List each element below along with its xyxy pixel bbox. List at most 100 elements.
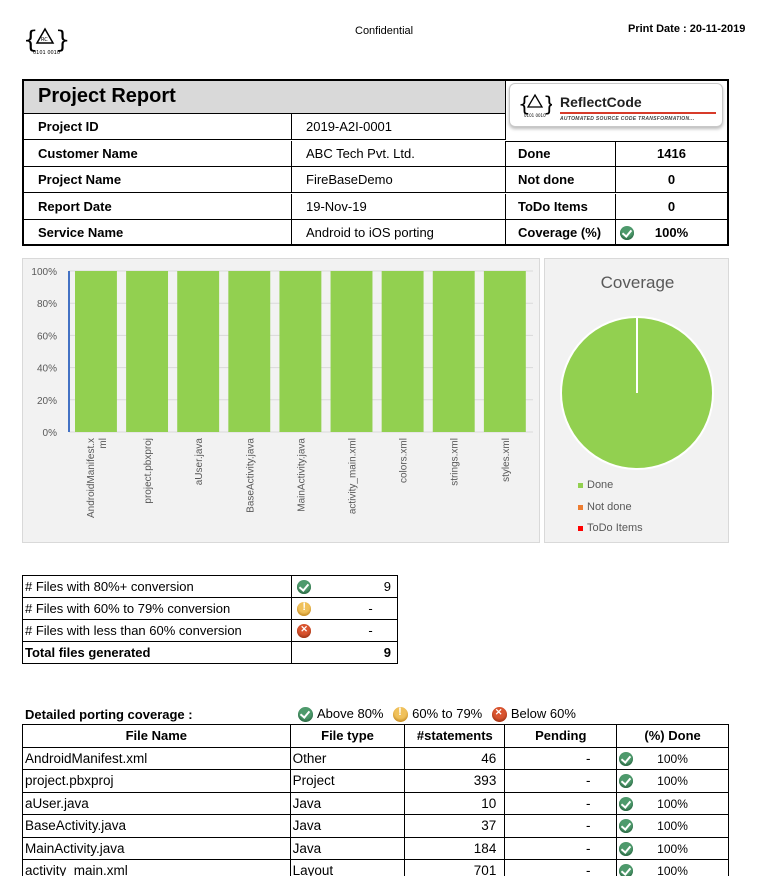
- field-label: Project ID: [24, 114, 292, 139]
- pie-chart: [560, 316, 714, 470]
- field-row-customer-name: Customer Name ABC Tech Pvt. Ltd.: [24, 141, 506, 167]
- conversion-summary-table: # Files with 80%+ conversion 9 # Files w…: [21, 575, 398, 664]
- legend-label: Not done: [587, 501, 632, 513]
- x-tick-label: activity_main.xml: [348, 438, 359, 514]
- legend-swatch: [578, 482, 583, 488]
- done-cell: 100%: [616, 836, 729, 860]
- table-row: project.pbxproj Project 393 - 100%: [22, 769, 729, 793]
- y-tick-label: 20%: [37, 396, 57, 407]
- summary-value: -: [368, 623, 373, 638]
- bar: [126, 271, 169, 432]
- detail-legend: Above 80% 60% to 79% Below 60%: [298, 706, 582, 723]
- done-value: 100%: [657, 819, 688, 833]
- table-row: BaseActivity.java Java 37 - 100%: [22, 814, 729, 838]
- bar-chart-panel: 100% 80% 60% 40% 20% 0% AndroidManifest.x ml pro…: [22, 258, 540, 543]
- done-cell: 100%: [616, 814, 729, 838]
- stat-row-done: Done 1416: [506, 141, 727, 167]
- legend-item-not-done: Not done: [578, 501, 632, 513]
- field-row-service-name: Service Name Android to iOS porting: [24, 220, 506, 246]
- table-header-row: File Name File type #statements Pending …: [22, 724, 729, 748]
- field-value: Android to iOS porting: [292, 220, 506, 246]
- legend-swatch: [578, 525, 583, 531]
- column-header-done: (%) Done: [616, 724, 729, 748]
- done-value: 100%: [657, 841, 688, 856]
- summary-label: Total files generated: [21, 641, 293, 664]
- file-type-cell: Java: [289, 814, 406, 838]
- bar: [330, 271, 373, 432]
- done-value: 100%: [657, 864, 688, 876]
- check-icon: [619, 864, 634, 876]
- done-cell: 100%: [616, 791, 729, 815]
- file-type-cell: Java: [289, 791, 406, 815]
- summary-value: 9: [383, 579, 391, 594]
- summary-value: -: [368, 601, 373, 616]
- stat-label: ToDo Items: [506, 194, 616, 219]
- check-icon: [298, 707, 313, 723]
- legend-above-80: Above 80%: [298, 706, 384, 723]
- pie-chart-panel: Coverage Done Not done ToDo Items: [544, 258, 729, 543]
- summary-label: # Files with 80%+ conversion: [21, 575, 293, 598]
- summary-value: 9: [383, 645, 391, 660]
- brand-cell: { } 0101 0010 ReflectCode AUTOMATED SOUR…: [506, 81, 727, 142]
- file-name-cell: BaseActivity.java: [22, 814, 291, 838]
- confidential-label: Confidential: [355, 25, 414, 37]
- y-tick-label: 60%: [37, 331, 57, 342]
- stat-value: 0: [667, 199, 676, 214]
- stat-row-todo: ToDo Items 0: [506, 194, 727, 220]
- done-cell: 100%: [616, 746, 729, 770]
- legend-swatch: [578, 504, 583, 510]
- bar: [177, 271, 220, 432]
- summary-label: # Files with less than 60% conversion: [21, 619, 293, 642]
- x-tick-label: colors.xml: [399, 438, 410, 483]
- bar: [75, 271, 117, 432]
- y-tick-label: 80%: [37, 299, 57, 310]
- pending-cell: -: [504, 836, 618, 860]
- summary-cell: 9: [291, 641, 398, 664]
- column-header-file-type: File type: [289, 724, 406, 748]
- column-header-statements: #statements: [404, 724, 506, 748]
- field-row-report-date: Report Date 19-Nov-19: [24, 194, 506, 220]
- summary-cell: -: [291, 597, 398, 620]
- file-name-cell: project.pbxproj: [22, 769, 291, 793]
- legend-label: ToDo Items: [587, 522, 643, 534]
- brand-name: ReflectCode: [560, 94, 642, 110]
- pending-cell: -: [504, 859, 618, 876]
- legend-label: Above 80%: [317, 706, 384, 721]
- done-value: 100%: [657, 796, 688, 811]
- svg-text:0101 0010: 0101 0010: [33, 50, 60, 56]
- x-tick-label: aUser.java: [194, 438, 205, 486]
- field-label: Customer Name: [24, 141, 292, 166]
- statements-cell: 701: [404, 859, 506, 876]
- svg-text:RC: RC: [41, 37, 48, 43]
- x-tick-label: ml: [98, 438, 109, 449]
- table-row: AndroidManifest.xml Other 46 - 100%: [22, 746, 729, 770]
- statements-cell: 184: [404, 836, 506, 860]
- x-tick-label: AndroidManifest.x: [86, 438, 97, 518]
- stat-row-not-done: Not done 0: [506, 167, 727, 193]
- brand-logo: { } 0101 0010 ReflectCode AUTOMATED SOUR…: [509, 83, 723, 127]
- file-name-cell: MainActivity.java: [22, 836, 291, 860]
- report-title: Project Report: [24, 81, 506, 114]
- table-row: activity_main.xml Layout 701 - 100%: [22, 859, 729, 876]
- file-type-cell: Layout: [289, 859, 406, 876]
- brand-divider: [560, 112, 716, 114]
- brand-tagline: AUTOMATED SOURCE CODE TRANSFORMATION...: [560, 116, 695, 122]
- legend-item-todo: ToDo Items: [578, 522, 643, 534]
- warning-icon: [393, 706, 409, 723]
- file-name-cell: activity_main.xml: [22, 859, 291, 876]
- stat-value: 1416: [657, 146, 686, 161]
- svg-text:0101 0010: 0101 0010: [524, 113, 546, 118]
- field-row-project-id: Project ID 2019-A2I-0001: [24, 114, 506, 140]
- done-cell: 100%: [616, 769, 729, 793]
- legend-label: Done: [587, 479, 614, 491]
- summary-cell: 9: [291, 575, 398, 598]
- stat-value: 0: [667, 172, 676, 187]
- summary-row: # Files with less than 60% conversion -: [21, 619, 398, 642]
- legend-label: Below 60%: [510, 706, 576, 721]
- file-type-cell: Other: [289, 746, 406, 770]
- stat-label: Done: [506, 141, 616, 166]
- y-tick-label: 0%: [43, 428, 58, 439]
- statements-cell: 37: [404, 814, 506, 838]
- summary-row: # Files with 60% to 79% conversion -: [21, 597, 398, 620]
- x-tick-label: strings.xml: [450, 438, 461, 486]
